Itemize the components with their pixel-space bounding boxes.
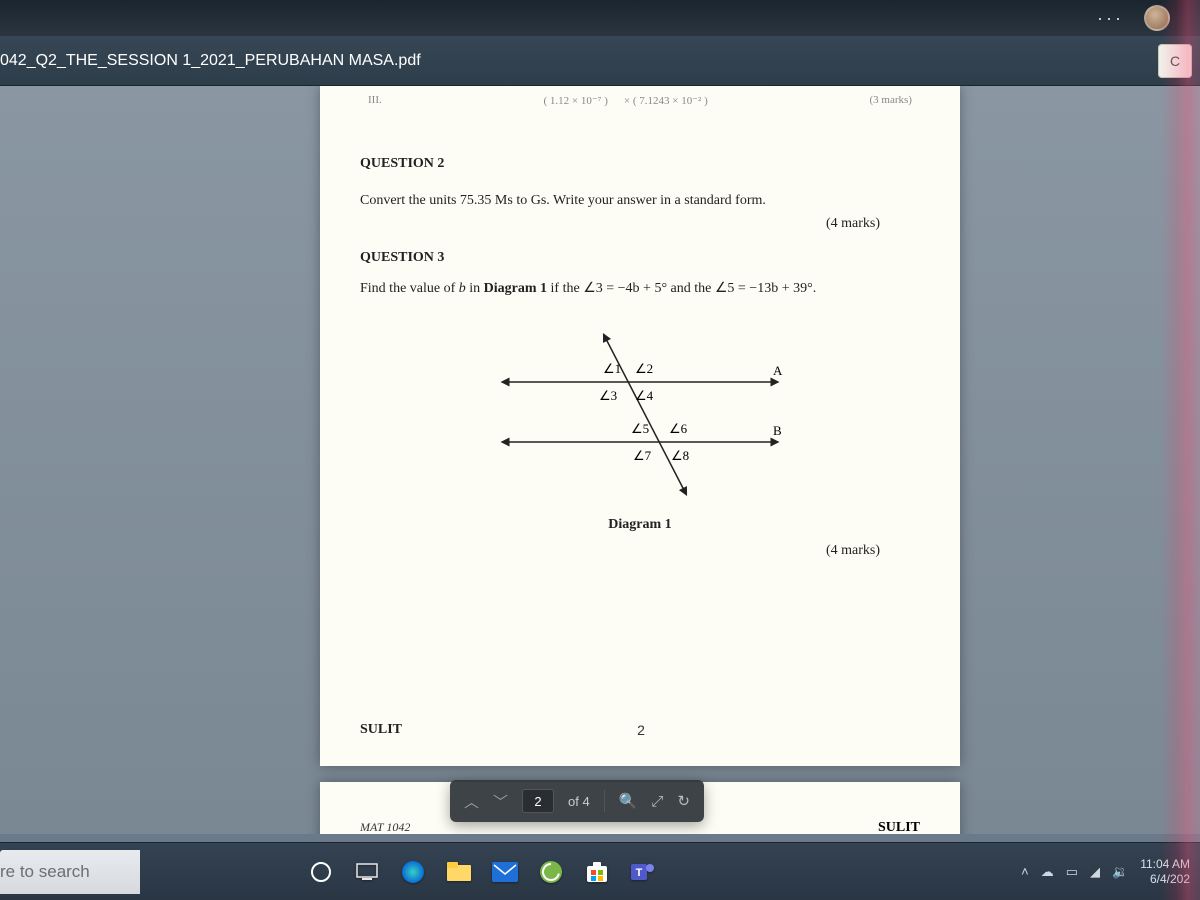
prev-page-button[interactable]: ︿ [464,791,479,812]
zoom-out-icon[interactable]: 🔍 [619,792,638,810]
system-top-strip: ··· [0,0,1200,36]
svg-text:∠8: ∠8 [671,448,689,463]
clock-date: 6/4/202 [1140,872,1190,887]
system-tray: ˄ ☁ ▭ ◢ 🔉 11:04 AM 6/4/202 [1021,843,1190,900]
pdf-title-bar: 042_Q2_THE_SESSION 1_2021_PERUBAHAN MASA… [0,36,1200,86]
svg-text:∠6: ∠6 [669,421,688,436]
svg-text:∠3: ∠3 [599,388,617,403]
mail-icon[interactable] [484,851,526,893]
microsoft-store-icon[interactable] [576,851,618,893]
prev-expr-b: × ( 7.1243 × 10⁻² ) [624,94,708,114]
svg-text:∠7: ∠7 [633,448,652,463]
prev-roman: III. [368,94,382,114]
svg-text:A: A [773,363,783,378]
battery-icon[interactable]: ▭ [1066,864,1078,880]
svg-text:T: T [636,867,643,879]
onedrive-icon[interactable]: ☁ [1041,864,1054,880]
svg-text:∠1: ∠1 [603,361,621,376]
prev-expr-a: ( 1.12 × 10⁻⁷ ) [544,94,608,114]
settings-more-icon[interactable]: ··· [1097,8,1124,29]
clock-time: 11:04 AM [1140,857,1190,872]
svg-text:∠2: ∠2 [635,361,653,376]
prev-marks: (3 marks) [870,94,912,114]
taskbar-search[interactable]: re to search [0,850,140,894]
next-page-button[interactable]: ﹀ [493,791,508,812]
taskbar-pinned-apps: T [300,851,664,893]
taskbar-clock[interactable]: 11:04 AM 6/4/202 [1140,857,1190,887]
file-explorer-icon[interactable] [438,851,480,893]
fit-page-icon[interactable]: ⤢ [651,793,663,810]
question-3-heading: QUESTION 3 [360,250,920,266]
wifi-icon[interactable]: ◢ [1090,864,1100,880]
page-footer: SULIT 2 [360,722,920,738]
teams-icon[interactable]: T [622,851,664,893]
svg-text:B: B [773,423,782,438]
next-page-sulit: SULIT [878,820,920,834]
next-page-header: MAT 1042 [360,820,410,834]
footer-sulit: SULIT [360,722,402,738]
diagram-caption: Diagram 1 [360,517,920,533]
question-2-heading: QUESTION 2 [360,156,920,172]
page-total-label: of 4 [568,794,590,809]
task-view-icon[interactable] [346,851,388,893]
pdf-canvas[interactable]: III. ( 1.12 × 10⁻⁷ ) × ( 7.1243 × 10⁻² )… [0,86,1200,834]
search-placeholder: re to search [0,862,90,882]
previous-page-tail: III. ( 1.12 × 10⁻⁷ ) × ( 7.1243 × 10⁻² )… [320,94,960,114]
footer-page-number: 2 [637,722,645,738]
svg-text:∠4: ∠4 [635,388,654,403]
volume-icon[interactable]: 🔉 [1112,864,1128,880]
question-3-marks: (4 marks) [360,543,880,559]
edge-browser-icon[interactable] [392,851,434,893]
page-number-input[interactable] [522,789,554,813]
rotate-icon[interactable]: ↻ [677,792,690,810]
pdf-page-2: III. ( 1.12 × 10⁻⁷ ) × ( 7.1243 × 10⁻² )… [320,86,960,766]
titlebar-action-button[interactable]: C [1158,44,1192,78]
diagram-1: ∠1 ∠2 ∠3 ∠4 ∠5 ∠6 ∠7 ∠8 A B [475,327,805,507]
app-icon-green[interactable] [530,851,572,893]
nav-separator [604,790,605,812]
question-2-marks: (4 marks) [360,216,880,232]
user-avatar[interactable] [1144,5,1170,31]
windows-taskbar: re to search T ˄ ☁ ▭ ◢ 🔉 11:04 A [0,842,1200,900]
tray-chevron-icon[interactable]: ˄ [1021,864,1029,879]
pdf-page-navigator: ︿ ﹀ of 4 🔍 ⤢ ↻ [450,780,704,822]
cortana-icon[interactable] [300,851,342,893]
svg-text:∠5: ∠5 [631,421,649,436]
document-filename: 042_Q2_THE_SESSION 1_2021_PERUBAHAN MASA… [0,52,421,70]
question-2-text: Convert the units 75.35 Ms to Gs. Write … [360,190,920,212]
question-3-text: Find the value of b in Diagram 1 if the … [360,280,920,297]
